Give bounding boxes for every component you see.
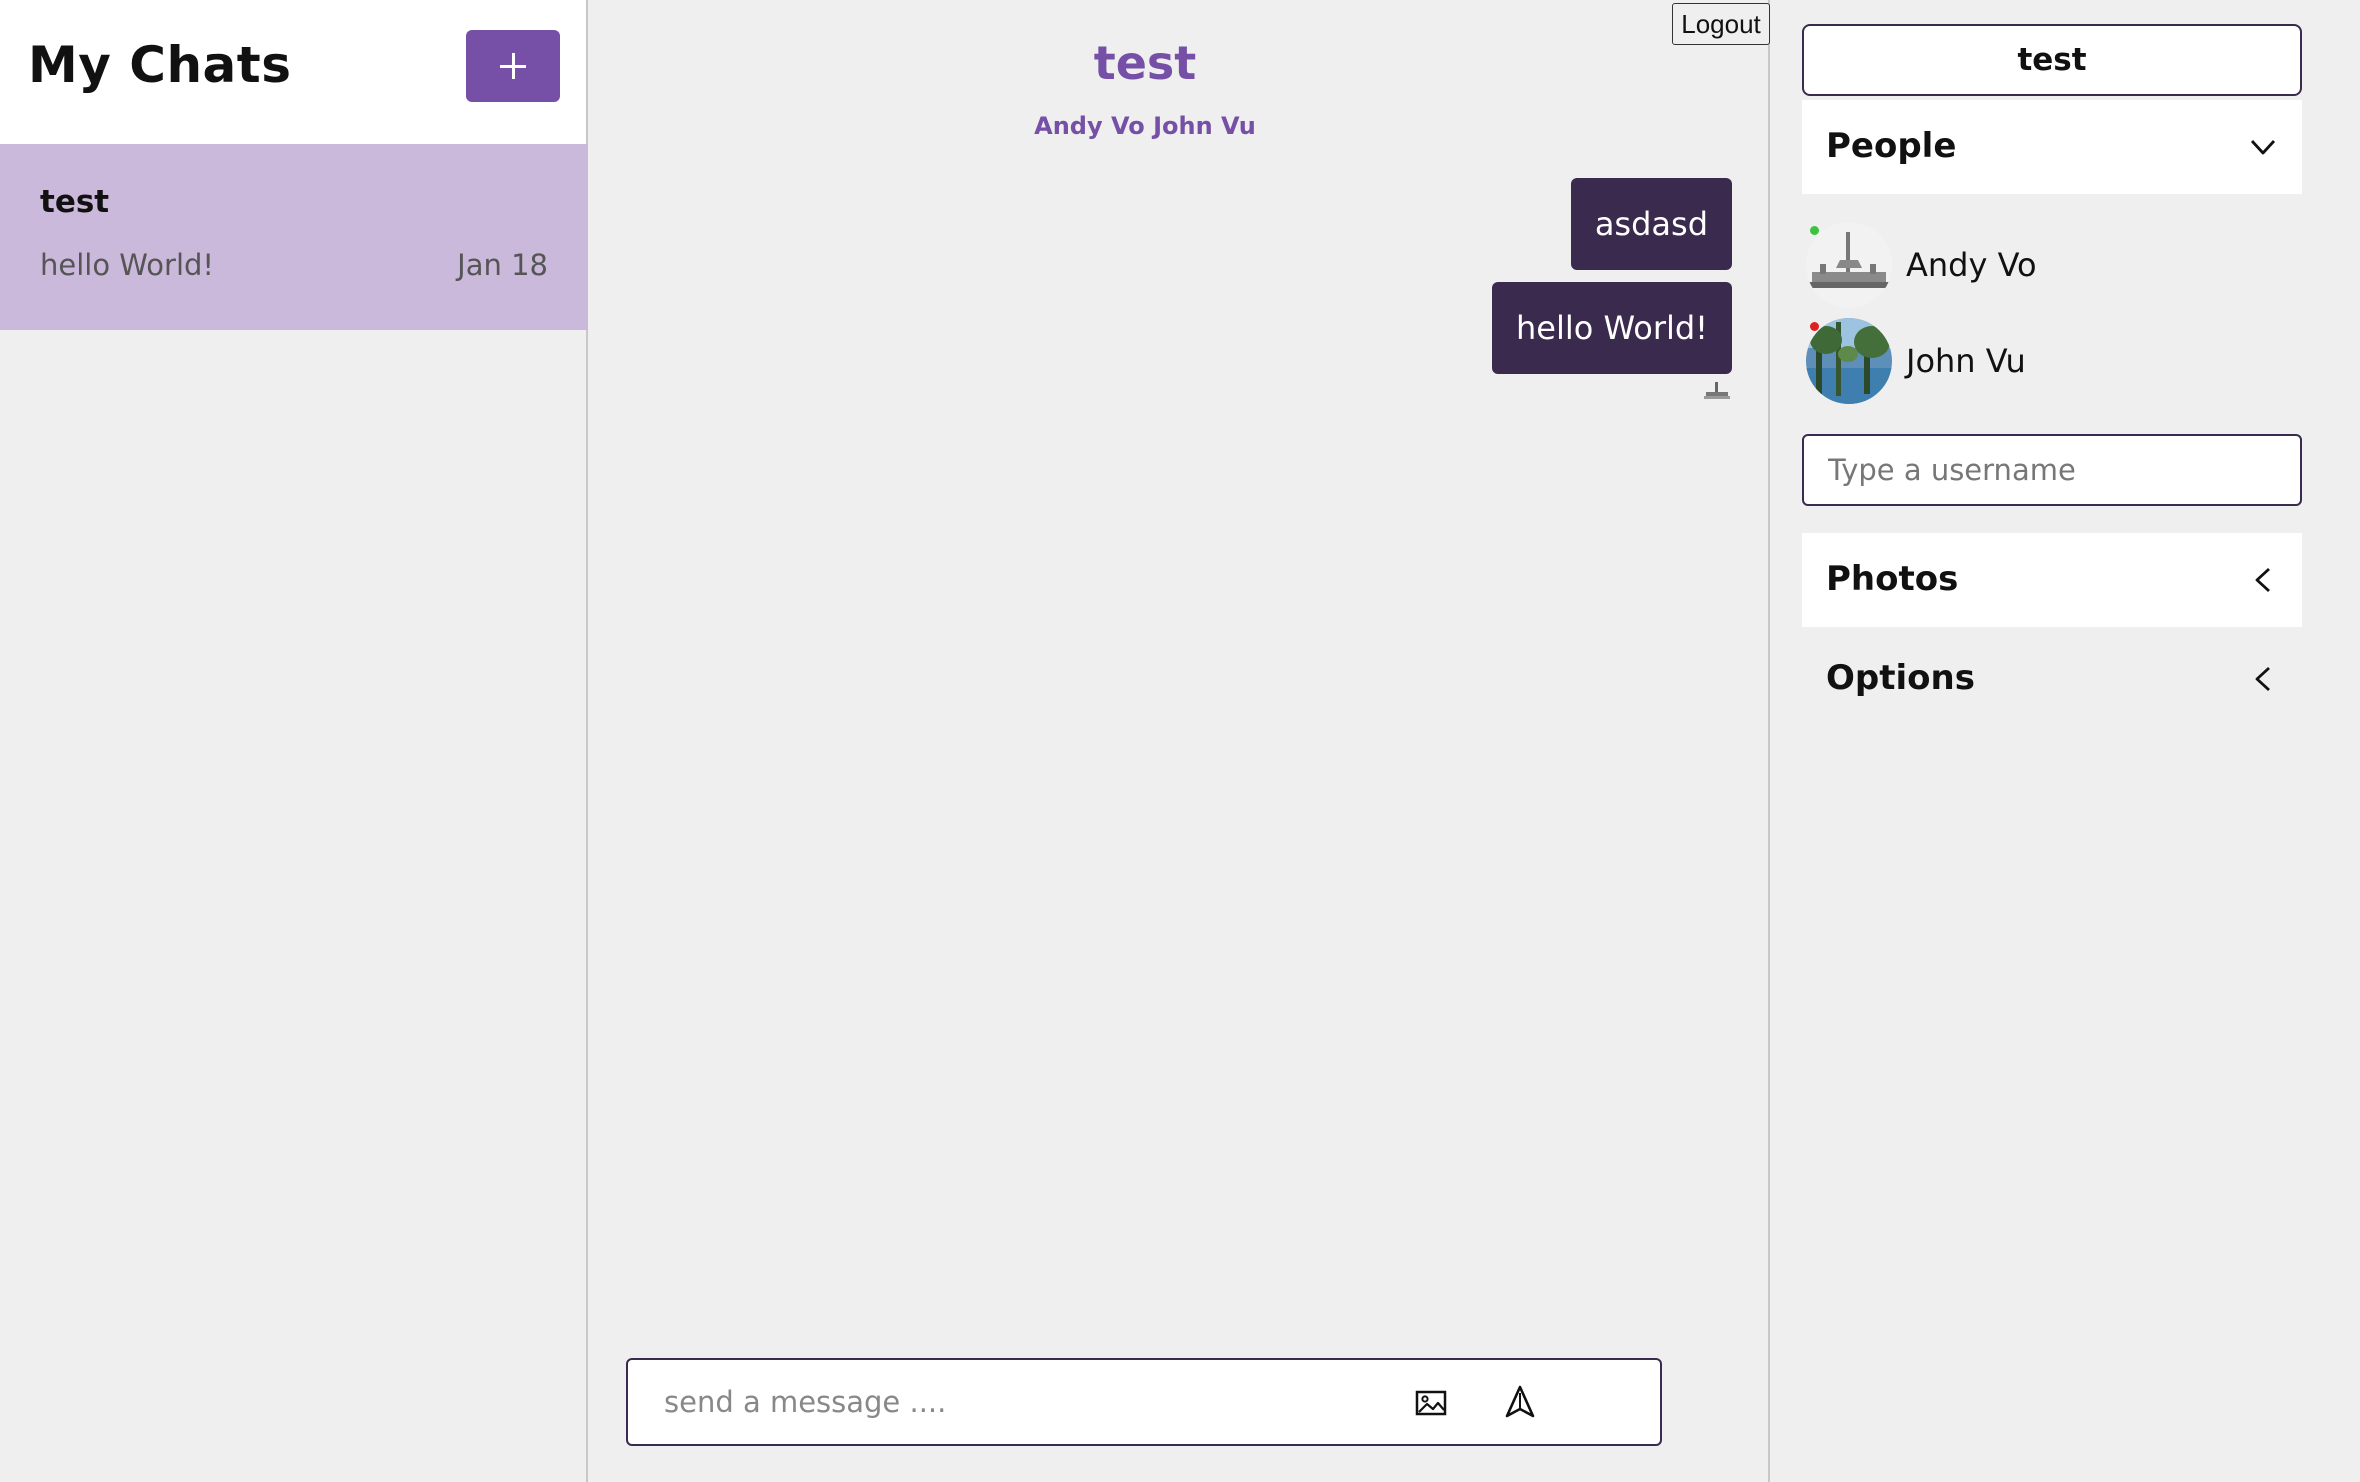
avatar bbox=[1806, 222, 1892, 308]
chat-title: test bbox=[1093, 36, 1197, 90]
people-section-toggle[interactable]: People bbox=[1802, 100, 2302, 194]
add-username-input[interactable] bbox=[1802, 434, 2302, 506]
message-bubble: hello World! bbox=[1491, 282, 1732, 374]
chevron-left-icon bbox=[2255, 567, 2270, 593]
people-section-title: People bbox=[1826, 126, 1957, 166]
chat-list-item[interactable]: test hello World! Jan 18 bbox=[0, 144, 588, 330]
chat-settings-panel: People Andy Vo John bbox=[1772, 0, 2360, 1482]
options-section-toggle[interactable]: Options bbox=[1802, 632, 2302, 726]
chat-feed: Logout test Andy Vo John Vu asdasd hello… bbox=[590, 0, 1770, 1482]
chat-item-preview: hello World! bbox=[40, 248, 215, 282]
plus-icon bbox=[500, 53, 526, 79]
person-row: John Vu bbox=[1802, 316, 2302, 406]
message-composer bbox=[626, 1358, 1662, 1446]
read-receipt-avatar bbox=[1704, 382, 1730, 399]
chat-name-field[interactable] bbox=[1802, 24, 2302, 96]
message-input[interactable] bbox=[664, 1360, 1364, 1444]
sidebar-header: My Chats bbox=[0, 0, 586, 144]
options-section-title: Options bbox=[1826, 658, 1975, 698]
chevron-left-icon bbox=[2255, 666, 2270, 692]
photos-section-title: Photos bbox=[1826, 559, 1959, 599]
sidebar-title: My Chats bbox=[28, 36, 292, 94]
person-row: Andy Vo bbox=[1802, 220, 2302, 310]
chat-list-sidebar: My Chats test hello World! Jan 18 bbox=[0, 0, 588, 1482]
chat-item-title: test bbox=[40, 184, 110, 220]
new-chat-button[interactable] bbox=[466, 30, 560, 102]
online-status-dot bbox=[1810, 226, 1819, 235]
chat-item-date: Jan 18 bbox=[457, 248, 548, 282]
chevron-down-icon bbox=[2250, 140, 2276, 155]
photos-section-toggle[interactable]: Photos bbox=[1802, 533, 2302, 627]
send-icon[interactable] bbox=[1502, 1384, 1538, 1420]
image-icon[interactable] bbox=[1414, 1386, 1448, 1420]
avatar bbox=[1806, 318, 1892, 404]
offline-status-dot bbox=[1810, 322, 1819, 331]
message-bubble: asdasd bbox=[1570, 178, 1732, 270]
person-name: Andy Vo bbox=[1906, 246, 2037, 284]
person-name: John Vu bbox=[1906, 342, 2026, 380]
chat-members: Andy Vo John Vu bbox=[1034, 112, 1256, 140]
